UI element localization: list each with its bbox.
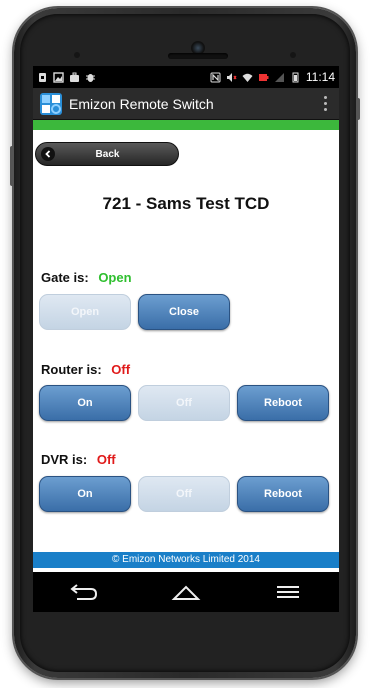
light-sensor: [290, 52, 296, 58]
back-button[interactable]: Back: [35, 142, 179, 166]
app-screen: 11:14 Emizon Remote Switch Back 721 - Sa…: [33, 66, 339, 612]
gate-state: Open: [98, 270, 132, 285]
router-on-button[interactable]: On: [39, 385, 131, 421]
power-button: [10, 146, 14, 186]
bug-icon: [86, 73, 95, 82]
nfc-icon: [210, 72, 221, 82]
gate-open-label: Open: [70, 306, 100, 318]
status-bar: 11:14: [33, 66, 339, 88]
main-content: Back 721 - Sams Test TCD Gate is: Open O…: [33, 130, 339, 598]
back-button-label: Back: [95, 148, 120, 160]
chevron-left-icon: [41, 147, 55, 161]
dvr-state: Off: [96, 452, 116, 467]
dvr-status: DVR is: Off: [41, 452, 116, 467]
router-reboot-button[interactable]: Reboot: [237, 385, 329, 421]
battery-icon: [292, 72, 299, 82]
sim-icon: [39, 72, 46, 82]
briefcase-icon: [70, 72, 79, 82]
overflow-menu-icon[interactable]: [318, 92, 333, 115]
back-icon[interactable]: [64, 577, 104, 607]
device-title: 721 - Sams Test TCD: [102, 194, 270, 213]
earpiece-speaker: [168, 53, 228, 59]
volume-button: [356, 98, 360, 120]
router-reboot-label: Reboot: [264, 397, 302, 409]
gate-close-label: Close: [169, 306, 199, 318]
dvr-reboot-label: Reboot: [264, 488, 302, 500]
proximity-sensor: [74, 52, 80, 58]
signal-icon: [274, 72, 284, 82]
home-icon[interactable]: [166, 577, 206, 607]
gate-open-button[interactable]: Open: [39, 294, 131, 330]
footer: © Emizon Networks Limited 2014: [33, 552, 339, 568]
dvr-on-button[interactable]: On: [39, 476, 131, 512]
dvr-reboot-button[interactable]: Reboot: [237, 476, 329, 512]
router-label: Router is:: [41, 362, 102, 377]
navigation-bar: [33, 572, 339, 612]
gate-status: Gate is: Open: [41, 270, 132, 285]
router-status: Router is: Off: [41, 362, 130, 377]
router-off-label: Off: [176, 397, 192, 409]
image-icon: [53, 71, 64, 83]
mute-icon: [226, 72, 237, 82]
app-title: Emizon Remote Switch: [69, 95, 214, 112]
router-state: Off: [111, 362, 131, 377]
wifi-icon: [242, 73, 253, 82]
dvr-label: DVR is:: [41, 452, 88, 467]
dvr-on-label: On: [77, 488, 93, 500]
gate-label: Gate is:: [41, 270, 89, 285]
clock: 11:14: [305, 70, 335, 84]
dvr-off-button[interactable]: Off: [138, 476, 230, 512]
app-logo-icon: [40, 92, 62, 115]
router-on-label: On: [77, 397, 93, 409]
dvr-off-label: Off: [176, 488, 192, 500]
menu-icon[interactable]: [268, 577, 308, 607]
action-bar: Emizon Remote Switch: [33, 88, 339, 120]
router-off-button[interactable]: Off: [138, 385, 230, 421]
accent-bar: [33, 120, 339, 130]
gate-close-button[interactable]: Close: [138, 294, 230, 330]
battery-low-icon: [258, 73, 269, 81]
